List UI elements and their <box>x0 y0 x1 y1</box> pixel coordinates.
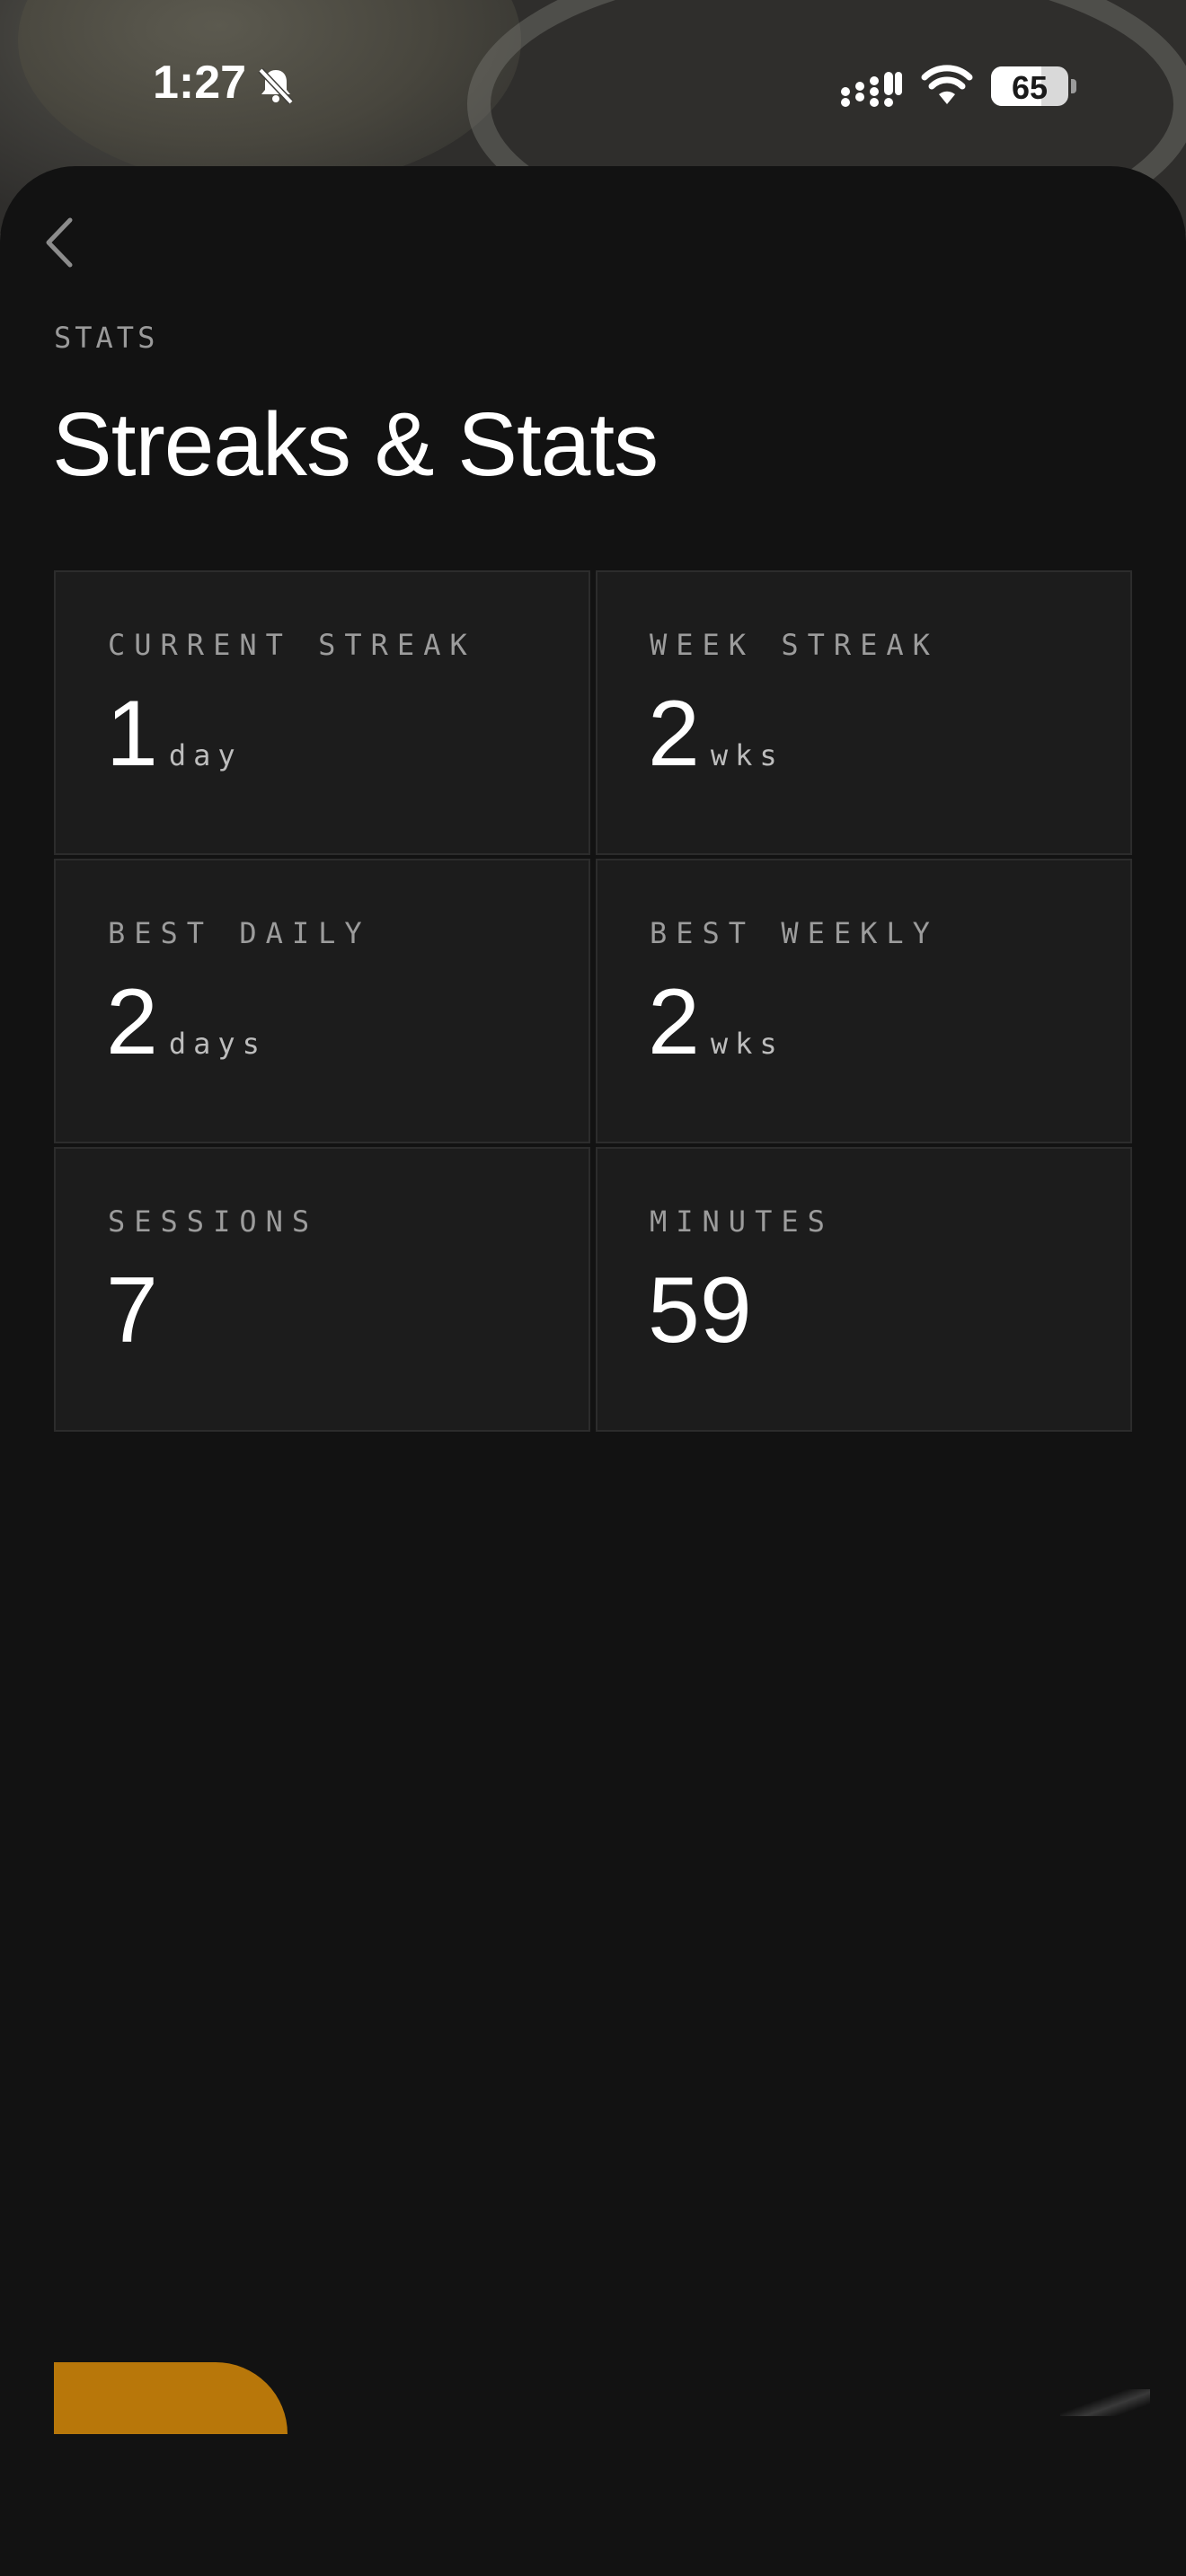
stat-value-row: 7 <box>106 1264 169 1357</box>
stat-unit: wks <box>710 738 784 772</box>
stat-value-row: 1 day <box>106 687 243 781</box>
stat-label: BEST DAILY <box>108 916 371 950</box>
stat-card-week-streak: WEEK STREAK 2 wks <box>596 570 1132 855</box>
stat-label: BEST WEEKLY <box>650 916 939 950</box>
stat-value: 2 <box>106 970 158 1074</box>
stat-card-current-streak: CURRENT STREAK 1 day <box>54 570 590 855</box>
stat-value-row: 2 wks <box>648 975 784 1069</box>
page-eyebrow: STATS <box>54 321 159 355</box>
chevron-left-icon <box>46 217 73 268</box>
stats-sheet: STATS Streaks & Stats CURRENT STREAK 1 d… <box>0 166 1186 2576</box>
wifi-icon <box>921 65 973 104</box>
battery-tip <box>1071 79 1076 93</box>
bottom-corner-shape <box>1060 2389 1150 2416</box>
stat-card-best-weekly: BEST WEEKLY 2 wks <box>596 859 1132 1143</box>
stat-label: SESSIONS <box>108 1204 319 1239</box>
battery-icon: 65 <box>991 66 1068 106</box>
stat-value: 59 <box>648 1258 752 1363</box>
bell-slash-icon <box>258 67 294 105</box>
stat-label: MINUTES <box>650 1204 834 1239</box>
battery-percent: 65 <box>1011 69 1049 106</box>
signal-icon <box>841 72 902 107</box>
stat-value: 7 <box>106 1258 158 1363</box>
stats-grid: CURRENT STREAK 1 day WEEK STREAK 2 wks B… <box>54 570 1132 1432</box>
stat-value-row: 2 days <box>106 975 267 1069</box>
stat-label: CURRENT STREAK <box>108 628 476 662</box>
status-time: 1:27 <box>153 57 247 109</box>
stat-card-best-daily: BEST DAILY 2 days <box>54 859 590 1143</box>
stat-value-row: 2 wks <box>648 687 784 781</box>
stat-value: 2 <box>648 682 700 786</box>
stat-unit: days <box>168 1027 267 1061</box>
page-title: Streaks & Stats <box>52 394 659 495</box>
stat-value: 2 <box>648 970 700 1074</box>
stat-unit: wks <box>710 1027 784 1061</box>
bottom-accent-shape <box>54 2362 288 2434</box>
stat-unit: day <box>168 738 243 772</box>
stat-value: 1 <box>106 682 158 786</box>
stat-label: WEEK STREAK <box>650 628 939 662</box>
stat-value-row: 59 <box>648 1264 763 1357</box>
back-button[interactable] <box>38 211 83 274</box>
status-bar: 1:27 65 <box>0 0 1186 171</box>
stat-card-minutes: MINUTES 59 <box>596 1147 1132 1432</box>
stat-card-sessions: SESSIONS 7 <box>54 1147 590 1432</box>
